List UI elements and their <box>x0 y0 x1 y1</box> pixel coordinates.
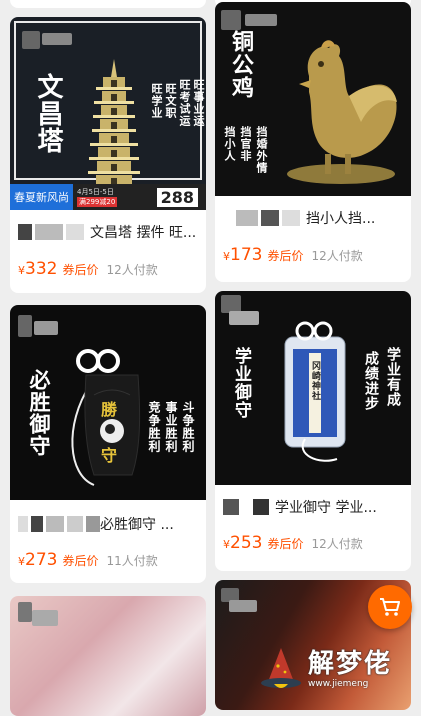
product-title: 文昌塔 摆件 旺... <box>90 225 197 241</box>
shop-badge <box>35 224 63 240</box>
promo-banner-title: 春夏新风尚 <box>10 184 73 210</box>
image-headline: 铜公鸡 <box>228 30 254 99</box>
shop-badge <box>86 516 100 532</box>
cart-button[interactable] <box>368 585 412 629</box>
product-card[interactable] <box>10 596 206 716</box>
currency-symbol: ¥ <box>223 250 230 263</box>
image-headline: 学业御守 <box>231 347 251 419</box>
promo-price: 288 <box>156 187 198 207</box>
paid-count: 12人付款 <box>106 263 158 277</box>
charm-text: 勝守 <box>100 400 117 465</box>
promo-coupon: 满299减20 <box>77 197 118 207</box>
amulet-icon <box>71 349 141 486</box>
price-value: 173 <box>230 245 263 265</box>
shop-badge <box>261 210 279 226</box>
product-image[interactable] <box>10 596 206 716</box>
image-line: 成绩进步 <box>363 351 379 411</box>
coupon-price-label: 券后价 <box>267 249 304 263</box>
shop-logo <box>22 31 40 49</box>
product-title: 挡小人挡... <box>306 211 376 227</box>
image-line: 旺事业运 <box>192 79 205 127</box>
paid-count: 12人付款 <box>311 537 363 551</box>
watermark-text: 解梦佬 <box>308 649 393 679</box>
price-value: 253 <box>230 533 263 553</box>
image-line: 斗争胜利 <box>181 401 195 453</box>
shop-badge <box>66 224 84 240</box>
promo-banner: 春夏新风尚 4月5日-5日 满299减20 288 <box>10 184 206 210</box>
shop-badge <box>46 516 64 532</box>
shop-logo <box>229 600 257 612</box>
shop-logo <box>221 10 241 30</box>
paid-count: 11人付款 <box>106 554 158 568</box>
shop-badge <box>236 210 258 226</box>
price-row: ¥ 332 券后价 12人付款 <box>18 259 158 279</box>
product-card[interactable]: 铜公鸡 挡小人 挡官非 挡婚外情 挡小人挡... ¥ 173 券后价 12人付款 <box>215 2 411 282</box>
product-title: 学业御守 学业... <box>275 500 377 516</box>
product-image[interactable]: 必胜御守 勝守 竞争胜利 事业胜利 斗争胜利 <box>10 305 206 500</box>
watermark: 解梦佬 www.jiemeng <box>258 640 418 698</box>
coupon-price-label: 券后价 <box>62 263 99 277</box>
currency-symbol: ¥ <box>18 555 25 568</box>
product-title-row[interactable]: 文昌塔 摆件 旺... <box>18 222 200 242</box>
shop-badge <box>223 499 239 515</box>
price-row: ¥ 173 券后价 12人付款 <box>223 245 363 265</box>
currency-symbol: ¥ <box>18 264 25 277</box>
shop-badge <box>18 516 28 532</box>
product-title-row[interactable]: 必胜御守 ... <box>18 514 200 534</box>
image-line: 挡官非 <box>239 126 252 162</box>
wizard-logo-icon <box>261 648 301 688</box>
image-headline: 文昌塔 <box>33 73 63 154</box>
currency-symbol: ¥ <box>223 538 230 551</box>
pagoda-icon <box>87 59 141 201</box>
image-headline: 必胜御守 <box>27 369 52 457</box>
shop-logo <box>18 602 32 622</box>
shop-badge <box>242 499 250 515</box>
product-card[interactable]: 必胜御守 勝守 竞争胜利 事业胜利 斗争胜利 必胜御守 ... ¥ 273 券后… <box>10 305 206 583</box>
product-card[interactable]: 学业御守 冈崎神社 成绩进步 学业有成 学业御守 学业... ¥ 253 券后价… <box>215 291 411 571</box>
shop-badge <box>282 210 300 226</box>
coupon-price-label: 券后价 <box>62 554 99 568</box>
shop-badge <box>223 210 233 226</box>
shop-badge <box>31 516 43 532</box>
watermark-url: www.jiemeng <box>308 679 369 689</box>
shop-logo <box>34 321 58 335</box>
product-card[interactable]: 文昌塔 旺学业 旺文职 旺考试运 旺事业运 春夏新风尚 4月5日-5日 满299… <box>10 17 206 293</box>
product-image[interactable]: 铜公鸡 挡小人 挡官非 挡婚外情 <box>215 2 411 196</box>
price-row: ¥ 273 券后价 11人付款 <box>18 550 158 570</box>
shop-logo <box>32 610 58 626</box>
image-line: 挡小人 <box>223 126 236 162</box>
shop-logo <box>245 14 277 26</box>
image-line: 挡婚外情 <box>255 126 268 174</box>
product-title: 必胜御守 ... <box>100 517 174 533</box>
shop-logo <box>229 311 259 325</box>
promo-date: 4月5日-5日 <box>77 188 114 196</box>
coupon-price-label: 券后价 <box>267 537 304 551</box>
image-line: 事业胜利 <box>164 401 178 453</box>
image-line: 学业有成 <box>385 347 401 407</box>
product-title-row[interactable]: 学业御守 学业... <box>223 497 405 517</box>
paid-count: 12人付款 <box>311 249 363 263</box>
shop-logo <box>42 33 72 45</box>
product-title-row[interactable]: 挡小人挡... <box>223 208 405 228</box>
rooster-icon <box>287 40 397 184</box>
charm-text: 冈崎神社 <box>310 361 320 401</box>
product-image[interactable]: 学业御守 冈崎神社 成绩进步 学业有成 <box>215 291 411 485</box>
price-value: 332 <box>25 259 58 279</box>
shop-badge <box>253 499 269 515</box>
shop-badge <box>18 224 32 240</box>
shop-logo <box>18 315 32 337</box>
shop-badge <box>67 516 83 532</box>
image-line: 竞争胜利 <box>147 401 161 453</box>
product-image[interactable]: 文昌塔 旺学业 旺文职 旺考试运 旺事业运 春夏新风尚 4月5日-5日 满299… <box>10 17 206 210</box>
price-row: ¥ 253 券后价 12人付款 <box>223 533 363 553</box>
product-card-partial[interactable] <box>10 0 206 8</box>
shopping-cart-icon <box>380 598 400 616</box>
price-value: 273 <box>25 550 58 570</box>
